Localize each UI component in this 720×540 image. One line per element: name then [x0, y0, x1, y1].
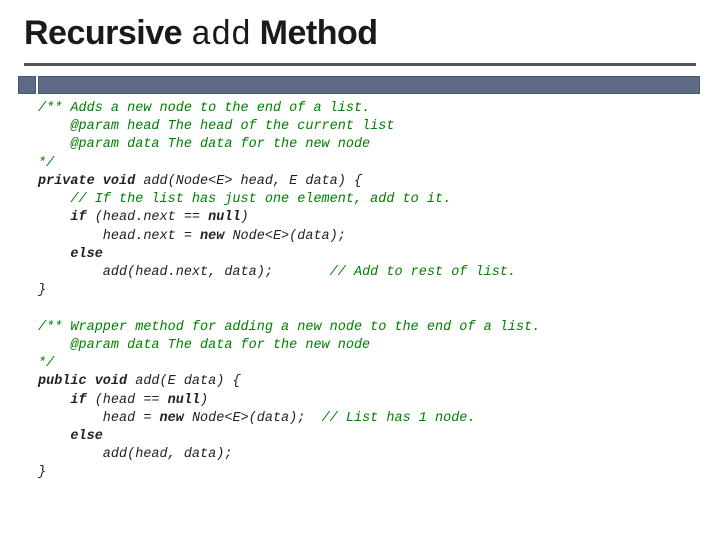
comment-inline: // List has 1 node. [322, 411, 476, 426]
code-text: Node<E>(data); [184, 411, 322, 426]
keyword: if [38, 393, 87, 408]
keyword: null [168, 393, 200, 408]
comment-line: // If the list has just one element, add… [38, 192, 451, 207]
code-text: (head == [87, 393, 168, 408]
slide-title: Recursive add Method [0, 0, 720, 63]
code-text: } [38, 283, 46, 298]
title-mono: add [191, 17, 251, 55]
keyword: new [160, 411, 184, 426]
code-text: (head.next == [87, 210, 209, 225]
code-text: head = [38, 411, 160, 426]
code-text: add(head.next, data); [38, 265, 273, 280]
accent-bar [38, 76, 700, 94]
comment-line: @param head The head of the current list [38, 119, 394, 134]
comment-line: /** Wrapper method for adding a new node… [38, 320, 540, 335]
keyword: else [38, 429, 103, 444]
comment-line: */ [38, 156, 54, 171]
comment-line: @param data The data for the new node [38, 338, 370, 353]
title-underline [24, 63, 696, 66]
code-text: add(E data) { [127, 374, 240, 389]
keyword: if [38, 210, 87, 225]
comment-line: /** Adds a new node to the end of a list… [38, 101, 370, 116]
code-block: /** Adds a new node to the end of a list… [0, 94, 720, 493]
comment-line: */ [38, 356, 54, 371]
keyword: new [200, 229, 224, 244]
keyword: null [208, 210, 240, 225]
accent-square [18, 76, 36, 94]
title-word2: Method [251, 14, 378, 52]
code-gap [273, 265, 330, 280]
keyword: private void [38, 174, 135, 189]
accent-bar-row [18, 76, 700, 94]
keyword: public void [38, 374, 127, 389]
code-text: head.next = [38, 229, 200, 244]
code-text: ) [241, 210, 249, 225]
code-text: Node<E>(data); [224, 229, 346, 244]
keyword: else [38, 247, 103, 262]
title-word1: Recursive [24, 14, 191, 52]
code-text: } [38, 465, 46, 480]
code-text: ) [200, 393, 208, 408]
comment-inline: // Add to rest of list. [330, 265, 516, 280]
code-text: add(Node<E> head, E data) { [135, 174, 362, 189]
code-text: add(head, data); [38, 447, 232, 462]
comment-line: @param data The data for the new node [38, 137, 370, 152]
